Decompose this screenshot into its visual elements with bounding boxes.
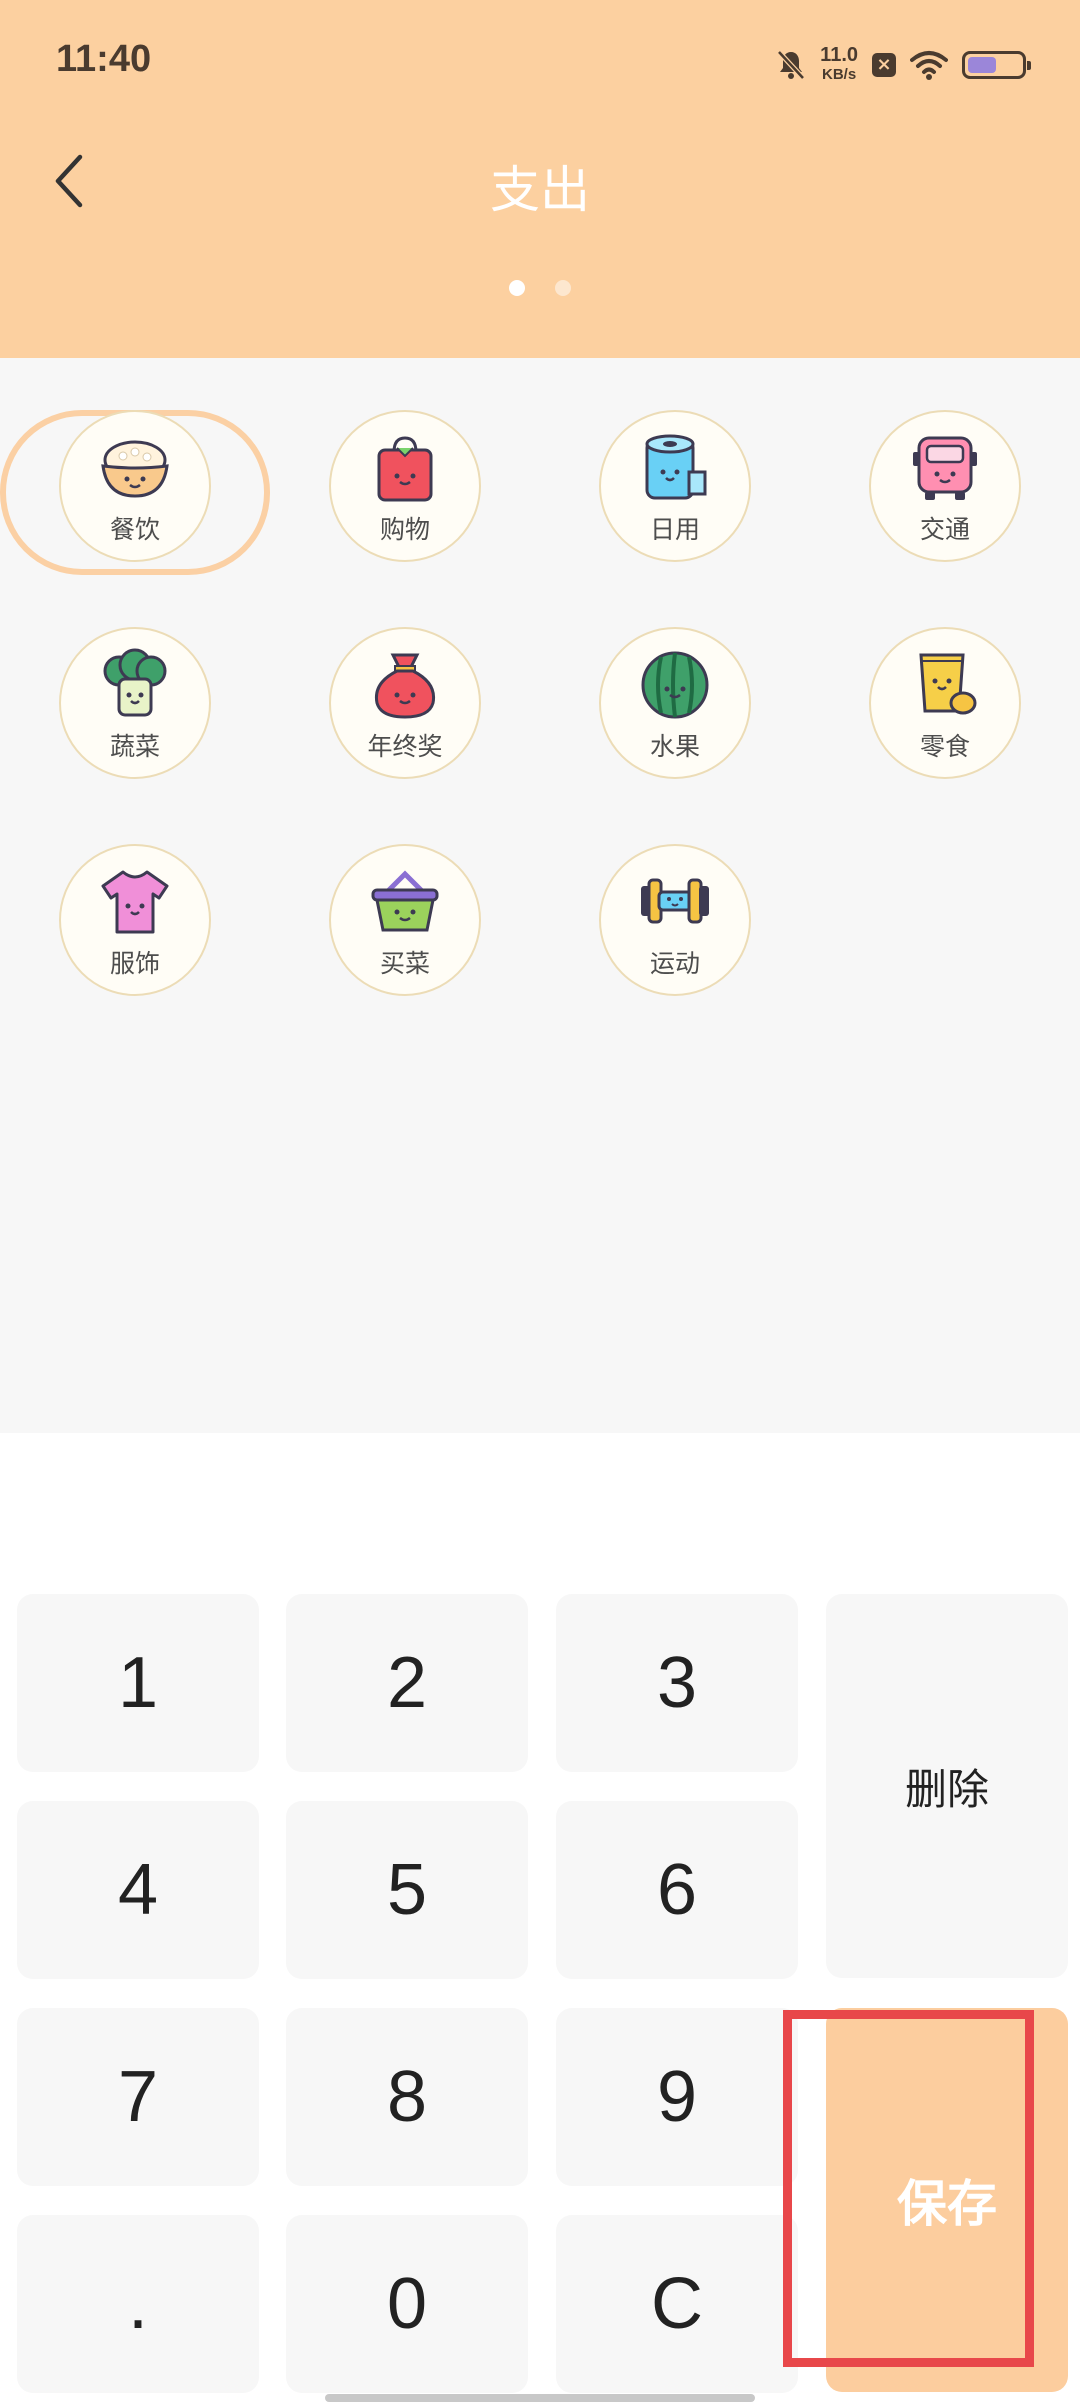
delete-button[interactable]: 删除: [826, 1594, 1068, 1978]
category-label: 购物: [379, 515, 430, 544]
header: 11:40 11.0 KB/s × 支出: [0, 0, 1080, 358]
page-dot-1[interactable]: [509, 280, 525, 296]
category-label: 蔬菜: [109, 732, 160, 761]
page-title: 支出: [490, 161, 590, 219]
status-icons: 11.0 KB/s ×: [776, 40, 1031, 90]
home-indicator[interactable]: [325, 2394, 755, 2402]
key-decimal[interactable]: .: [17, 2215, 259, 2393]
save-highlight-box: [783, 2010, 1034, 2367]
category-label: 交通: [919, 515, 970, 544]
wifi-icon: [910, 51, 948, 80]
key-3[interactable]: 3: [556, 1594, 798, 1772]
broccoli-icon: [103, 648, 167, 717]
network-speed: 11.0 KB/s: [820, 45, 858, 85]
category-shopping[interactable]: 购物: [329, 410, 481, 562]
key-6[interactable]: 6: [556, 1801, 798, 1979]
key-8[interactable]: 8: [286, 2008, 528, 2186]
key-0[interactable]: 0: [286, 2215, 528, 2393]
category-sports[interactable]: 运动: [599, 844, 751, 996]
category-year-end-bonus[interactable]: 年终奖: [329, 627, 481, 779]
key-7[interactable]: 7: [17, 2008, 259, 2186]
dumbbell-icon: [641, 878, 709, 924]
category-label: 服饰: [109, 949, 160, 978]
network-speed-unit: KB/s: [821, 66, 857, 83]
key-1[interactable]: 1: [17, 1594, 259, 1772]
category-label: 餐饮: [109, 515, 160, 544]
category-fruit[interactable]: 水果: [599, 627, 751, 779]
watermelon-icon: [641, 651, 709, 719]
basket-icon: [371, 870, 439, 932]
key-2[interactable]: 2: [286, 1594, 528, 1772]
key-5[interactable]: 5: [286, 1801, 528, 1979]
page-dot-2[interactable]: [555, 280, 571, 296]
battery-icon: [962, 51, 1031, 79]
category-dining[interactable]: 餐饮: [59, 410, 211, 562]
status-bar: 11:40 11.0 KB/s ×: [0, 0, 1080, 125]
toilet-paper-icon: [645, 434, 707, 500]
category-transport[interactable]: 交通: [869, 410, 1021, 562]
rice-bowl-icon: [101, 440, 169, 498]
category-vegetables[interactable]: 蔬菜: [59, 627, 211, 779]
category-daily-use[interactable]: 日用: [599, 410, 751, 562]
category-groceries[interactable]: 买菜: [329, 844, 481, 996]
snack-bag-icon: [919, 653, 977, 715]
page-indicator: [0, 280, 1080, 296]
key-clear[interactable]: C: [556, 2215, 798, 2393]
bell-muted-icon: [777, 50, 806, 80]
status-time: 11:40: [56, 38, 152, 80]
category-clothing[interactable]: 服饰: [59, 844, 211, 996]
close-box-icon: ×: [872, 53, 896, 77]
category-label: 水果: [649, 732, 700, 761]
category-label: 买菜: [379, 949, 430, 978]
key-9[interactable]: 9: [556, 2008, 798, 2186]
category-label: 日用: [649, 515, 700, 544]
shopping-bag-icon: [377, 436, 433, 502]
tshirt-icon: [101, 870, 169, 934]
money-bag-icon: [374, 653, 436, 719]
key-4[interactable]: 4: [17, 1801, 259, 1979]
category-label: 运动: [649, 949, 700, 978]
category-label: 零食: [919, 732, 970, 761]
category-label: 年终奖: [367, 732, 443, 761]
category-snacks[interactable]: 零食: [869, 627, 1021, 779]
network-speed-value: 11.0: [820, 44, 858, 66]
bus-icon: [913, 436, 977, 500]
